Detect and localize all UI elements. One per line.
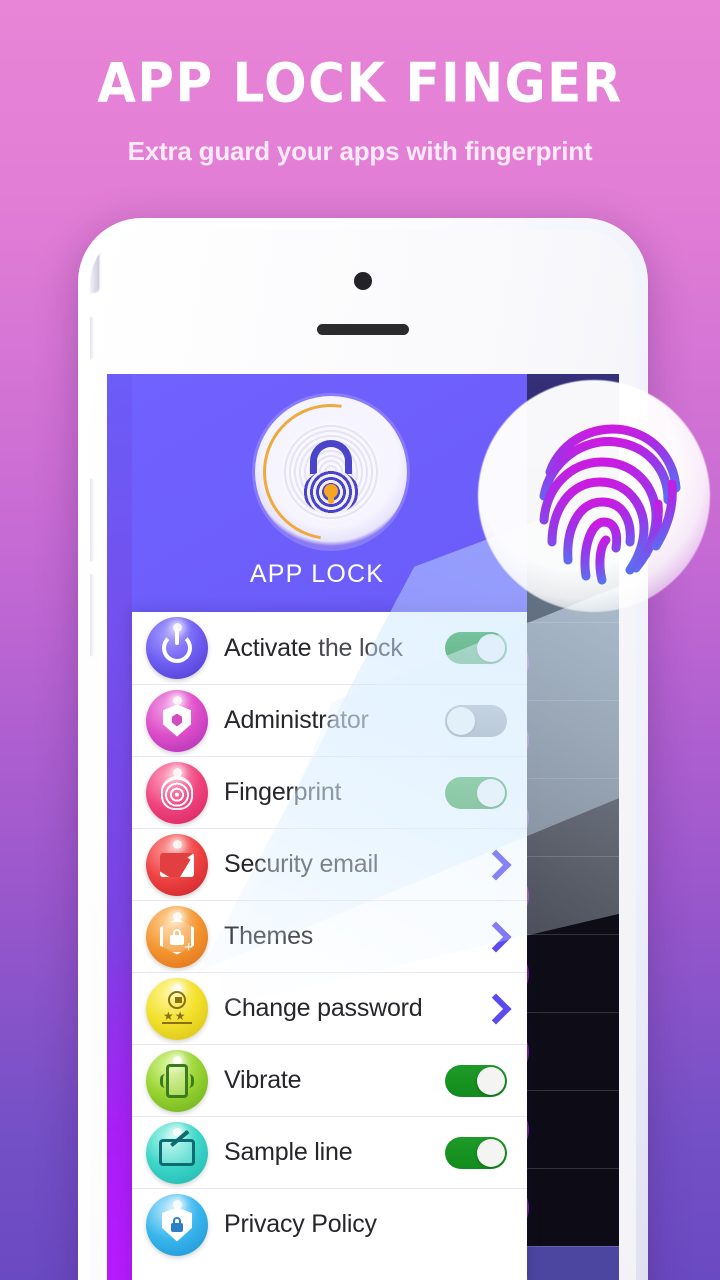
settings-row-label: Fingerprint — [224, 778, 342, 806]
settings-card: Activate the lock Administrator Fingerpr… — [132, 612, 527, 1280]
chevron-right-icon[interactable] — [480, 992, 512, 1025]
page-title: APP LOCK FINGER — [97, 51, 623, 115]
settings-row-label: Sample line — [224, 1138, 353, 1166]
shield-icon — [146, 689, 208, 752]
volume-up-button[interactable] — [90, 480, 93, 560]
toggle-vibrate[interactable] — [445, 1064, 507, 1097]
vibrate-phone-icon — [146, 1049, 208, 1112]
power-button[interactable] — [90, 230, 98, 292]
settings-row-security-email[interactable]: Security email — [132, 828, 527, 900]
settings-row-label: Vibrate — [224, 1066, 302, 1094]
phone-mockup: á k — [78, 218, 648, 1280]
screen-edge-accent — [107, 374, 132, 1280]
mail-icon — [146, 833, 208, 896]
app-lock-settings-screen: APP LOCK Activate the lock Administrator… — [107, 374, 527, 1280]
front-camera-icon — [354, 272, 372, 290]
toggle-fingerprint[interactable] — [445, 776, 507, 809]
settings-row-themes[interactable]: + Themes — [132, 900, 527, 972]
fingerprint-glow-icon — [528, 418, 684, 588]
fingerprint-padlock-icon — [281, 422, 381, 522]
earpiece-speaker-icon — [317, 324, 409, 335]
settings-row-label: Administrator — [224, 706, 369, 734]
settings-row-fingerprint[interactable]: Fingerprint — [132, 756, 527, 828]
fingerprint-icon — [146, 761, 208, 824]
settings-row-label: Themes — [224, 922, 314, 950]
app-name-label: APP LOCK — [249, 560, 385, 588]
settings-row-privacy-policy[interactable]: Privacy Policy — [132, 1188, 527, 1260]
page-subtitle: Extra guard your apps with fingerprint — [127, 136, 593, 166]
app-logo — [236, 377, 426, 567]
settings-row-label: Activate the lock — [224, 633, 403, 662]
settings-row-activate-the-lock[interactable]: Activate the lock — [132, 612, 527, 684]
privacy-shield-icon — [146, 1193, 208, 1256]
toggle-activate-the-lock[interactable] — [445, 632, 507, 664]
toggle-sample-line[interactable] — [445, 1136, 507, 1169]
settings-row-label: Security email — [224, 850, 379, 878]
pencil-edit-icon — [146, 1121, 208, 1184]
settings-row-label: Privacy Policy — [224, 1210, 377, 1238]
theme-lock-icon: + — [146, 905, 208, 968]
power-icon — [146, 617, 208, 679]
settings-row-administrator[interactable]: Administrator — [132, 684, 527, 756]
settings-row-sample-line[interactable]: Sample line — [132, 1116, 527, 1188]
settings-row-change-password[interactable]: ★★ Change password — [132, 972, 527, 1044]
toggle-administrator[interactable] — [445, 704, 507, 737]
settings-row-vibrate[interactable]: Vibrate — [132, 1044, 527, 1116]
promo-header: APP LOCK FINGER Extra guard your apps wi… — [0, 0, 720, 167]
chevron-right-icon[interactable] — [480, 848, 512, 881]
password-badge-icon: ★★ — [146, 977, 208, 1040]
volume-down-button[interactable] — [90, 575, 93, 655]
chevron-right-icon[interactable] — [480, 920, 512, 953]
mute-switch[interactable] — [90, 318, 93, 358]
settings-row-label: Change password — [224, 994, 423, 1022]
